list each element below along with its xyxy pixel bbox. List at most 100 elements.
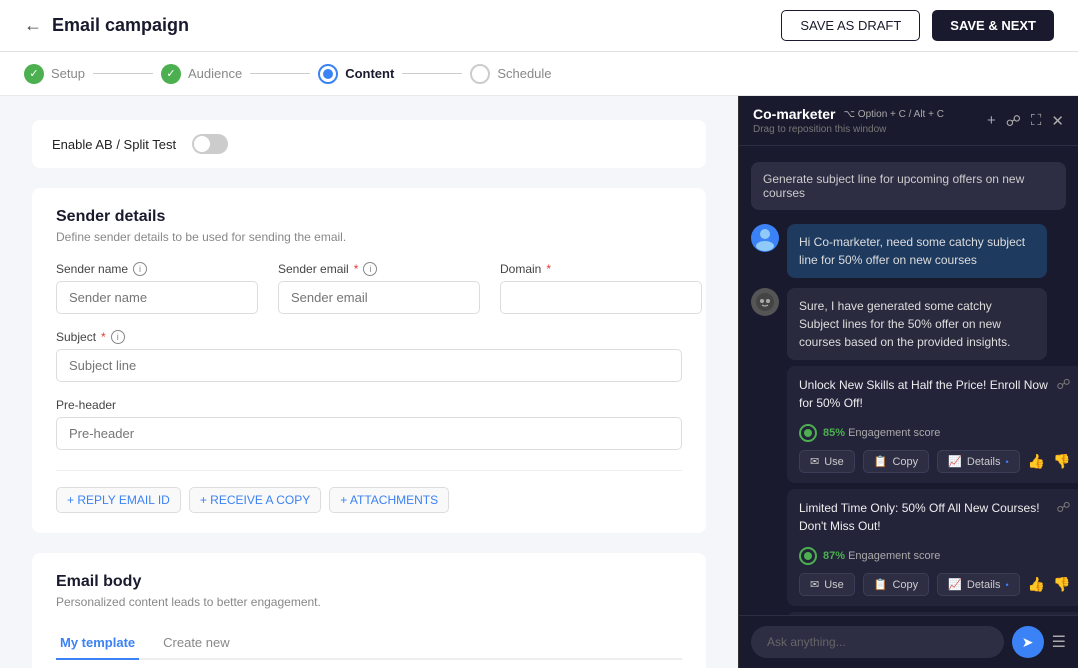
sender-details-title: Sender details [56, 208, 682, 226]
step-setup-label: Setup [51, 66, 85, 81]
attachments-link[interactable]: + ATTACHMENTS [329, 487, 449, 513]
domain-label: Domain * [500, 262, 702, 276]
step-content[interactable]: Content [318, 64, 394, 84]
thumbdown-2-icon[interactable]: 👎 [1053, 576, 1070, 593]
bot-avatar [751, 288, 779, 316]
suggestion-2-details-button[interactable]: 📈 Details • [937, 573, 1019, 596]
settings-icon[interactable]: ☰ [1052, 632, 1066, 652]
suggestion-1-score: 85% Engagement score [823, 427, 940, 439]
step-audience-label: Audience [188, 66, 242, 81]
user-message: Hi Co-marketer, need some catchy subject… [787, 224, 1047, 278]
sender-email-input[interactable] [278, 281, 480, 314]
email-body-section: Email body Personalized content leads to… [32, 553, 706, 668]
details-icon: 📈 [948, 455, 962, 468]
comarketer-panel: Co-marketer ⌥ Option + C / Alt + C Drag … [738, 96, 1078, 668]
receive-copy-link[interactable]: + RECEIVE A COPY [189, 487, 321, 513]
sender-fields-row: Sender name i Sender email * i Domain [56, 262, 682, 314]
save-next-button[interactable]: SAVE & NEXT [932, 10, 1054, 41]
bot-message-row: Sure, I have generated some catchy Subje… [751, 288, 1066, 615]
suggestion-card-2: Limited Time Only: 50% Off All New Cours… [787, 489, 1078, 606]
bot-message: Sure, I have generated some catchy Subje… [787, 288, 1047, 360]
sender-name-label: Sender name i [56, 262, 258, 276]
suggestion-text-1: Unlock New Skills at Half the Price! Enr… [799, 376, 1056, 412]
save-draft-button[interactable]: SAVE AS DRAFT [781, 10, 920, 41]
suggestion-1-copy-button[interactable]: 📋 Copy [863, 450, 929, 473]
tab-create-new[interactable]: Create new [159, 627, 233, 660]
tab-my-template[interactable]: My template [56, 627, 139, 660]
ab-test-label: Enable AB / Split Test [52, 137, 176, 152]
sender-email-group: Sender email * i [278, 262, 480, 314]
chat-input-area: ➤ ☰ [739, 615, 1078, 668]
pre-header-row: Pre-header [56, 398, 682, 450]
chat-area: Generate subject line for upcoming offer… [739, 146, 1078, 615]
suggestion-2-use-button[interactable]: ✉ Use [799, 573, 855, 596]
sender-details-card: Sender details Define sender details to … [32, 188, 706, 533]
reply-email-id-link[interactable]: + REPLY EMAIL ID [56, 487, 181, 513]
panel-expand-icon[interactable]: ⛶ [1031, 112, 1042, 129]
step-setup-check: ✓ [24, 64, 44, 84]
subject-info-icon[interactable]: i [111, 330, 125, 344]
domain-input[interactable] [500, 281, 702, 314]
step-audience[interactable]: ✓ Audience [161, 64, 242, 84]
page-title: Email campaign [52, 15, 189, 36]
step-schedule-indicator [470, 64, 490, 84]
suggestion-text-2: Limited Time Only: 50% Off All New Cours… [799, 499, 1056, 535]
panel-shortcut: ⌥ Option + C / Alt + C [843, 109, 943, 120]
main-content: Enable AB / Split Test Sender details De… [0, 96, 1078, 668]
sender-name-group: Sender name i [56, 262, 258, 314]
use-icon: ✉ [810, 455, 819, 468]
step-audience-check: ✓ [161, 64, 181, 84]
subject-row: Subject * i [56, 330, 682, 382]
step-setup[interactable]: ✓ Setup [24, 64, 85, 84]
panel-close-icon[interactable]: ✕ [1051, 112, 1064, 130]
step-content-indicator [318, 64, 338, 84]
back-button[interactable]: ← [24, 15, 42, 36]
suggestion-2-copy-button[interactable]: 📋 Copy [863, 573, 929, 596]
panel-drag-hint: Drag to reposition this window [753, 124, 944, 135]
thumbdown-1-icon[interactable]: 👎 [1053, 453, 1070, 470]
email-body-subtitle: Personalized content leads to better eng… [56, 595, 682, 609]
prompt-bubble: Generate subject line for upcoming offer… [751, 162, 1066, 210]
bot-suggestions-container: Sure, I have generated some catchy Subje… [787, 288, 1078, 615]
sender-details-subtitle: Define sender details to be used for sen… [56, 230, 682, 244]
topbar-actions: SAVE AS DRAFT SAVE & NEXT [781, 10, 1054, 41]
suggestion-2-score-circle [799, 547, 817, 565]
action-links-row: + REPLY EMAIL ID + RECEIVE A COPY + ATTA… [56, 470, 682, 513]
email-body-title: Email body [56, 573, 682, 591]
pre-header-label: Pre-header [56, 398, 682, 412]
panel-add-icon[interactable]: + [987, 112, 996, 129]
panel-title: Co-marketer [753, 106, 835, 122]
user-avatar [751, 224, 779, 252]
step-schedule[interactable]: Schedule [470, 64, 551, 84]
use-2-icon: ✉ [810, 578, 819, 591]
suggestion-2-actions: ✉ Use 📋 Copy 📈 Details • [799, 573, 1071, 596]
suggestion-1-bookmark-icon[interactable]: ☍ [1056, 376, 1070, 393]
chat-input[interactable] [751, 626, 1004, 658]
copy-icon: 📋 [874, 455, 888, 468]
panel-header: Co-marketer ⌥ Option + C / Alt + C Drag … [739, 96, 1078, 146]
panel-bookmark-icon[interactable]: ☍ [1006, 112, 1021, 130]
send-button[interactable]: ➤ [1012, 626, 1044, 658]
thumbup-2-icon[interactable]: 👍 [1028, 576, 1045, 593]
thumbup-1-icon[interactable]: 👍 [1028, 453, 1045, 470]
suggestion-2-bookmark-icon[interactable]: ☍ [1056, 499, 1070, 516]
subject-input[interactable] [56, 349, 682, 382]
send-icon: ➤ [1022, 634, 1034, 651]
sender-name-input[interactable] [56, 281, 258, 314]
suggestion-1-use-button[interactable]: ✉ Use [799, 450, 855, 473]
suggestion-1-score-circle [799, 424, 817, 442]
sender-name-info-icon[interactable]: i [133, 262, 147, 276]
domain-group: Domain * [500, 262, 702, 314]
user-message-row: Hi Co-marketer, need some catchy subject… [751, 224, 1066, 278]
sender-email-info-icon[interactable]: i [363, 262, 377, 276]
suggestion-1-thumbs: 👍 👎 [1028, 453, 1071, 470]
pre-header-input[interactable] [56, 417, 682, 450]
sender-email-label: Sender email * i [278, 262, 480, 276]
suggestion-1-details-button[interactable]: 📈 Details • [937, 450, 1019, 473]
panel-header-icons: + ☍ ⛶ ✕ [987, 112, 1064, 130]
topbar: ← Email campaign SAVE AS DRAFT SAVE & NE… [0, 0, 1078, 52]
step-schedule-label: Schedule [497, 66, 551, 81]
details-2-icon: 📈 [948, 578, 962, 591]
ab-test-toggle[interactable] [192, 134, 228, 154]
editor-area: Enable AB / Split Test Sender details De… [0, 96, 738, 668]
